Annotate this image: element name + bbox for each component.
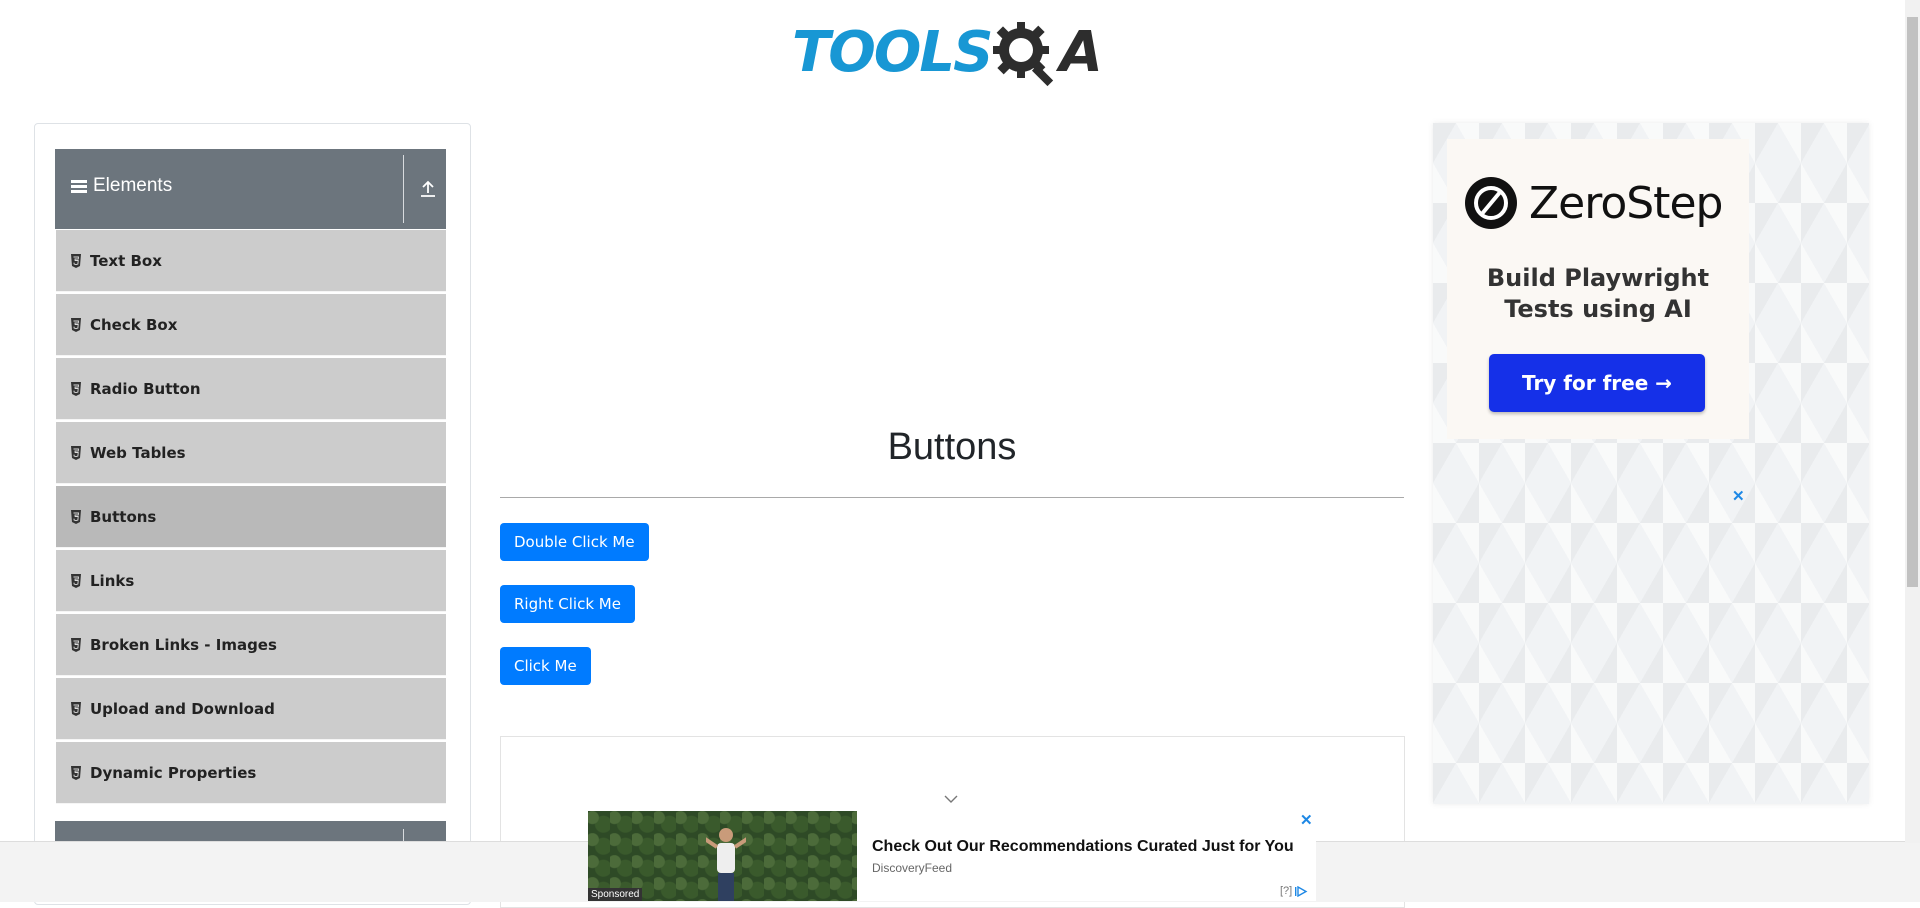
group-title-label: Elements: [93, 175, 173, 196]
sidebar-item-label: Check Box: [90, 316, 178, 334]
html5-icon: [71, 318, 81, 332]
chevron-down-icon[interactable]: [944, 794, 958, 804]
sidebar-item-check-box[interactable]: Check Box: [56, 294, 446, 356]
sidebar-item-label: Upload and Download: [90, 700, 275, 718]
elements-group-header[interactable]: Elements: [55, 149, 446, 229]
sidebar-item-label: Buttons: [90, 508, 157, 526]
ad-info-label: [?]: [1280, 885, 1293, 897]
sidebar-item-label: Dynamic Properties: [90, 764, 257, 782]
group-title: Elements: [71, 175, 172, 197]
sidebar-item-label: Text Box: [90, 252, 162, 270]
title-divider: [500, 497, 1404, 498]
zerostep-logo-icon: [1465, 177, 1517, 229]
sidebar-item-label: Links: [90, 572, 135, 590]
html5-icon: [71, 702, 81, 716]
collapse-upload-icon[interactable]: [419, 179, 437, 199]
sidebar-item-links[interactable]: Links: [56, 550, 446, 612]
sidebar-item-broken-links[interactable]: Broken Links - Images: [56, 614, 446, 676]
scrollbar-thumb[interactable]: [1907, 17, 1918, 587]
logo-tools-text: TOOLS: [792, 19, 993, 85]
ad-info-icon[interactable]: [?]: [1280, 885, 1309, 897]
sidebar-item-label: Broken Links - Images: [90, 636, 277, 654]
elements-menu: Text Box Check Box Radio Button Web Tabl…: [56, 230, 446, 806]
close-icon[interactable]: ✕: [1300, 811, 1313, 829]
ad-source: DiscoveryFeed: [872, 861, 953, 875]
html5-icon: [71, 574, 81, 588]
sidebar-item-label: Web Tables: [90, 444, 186, 462]
html5-icon: [71, 254, 81, 268]
ad-tagline-line2: Tests using AI: [1504, 295, 1692, 323]
right-click-button[interactable]: Right Click Me: [500, 585, 635, 623]
double-click-button[interactable]: Double Click Me: [500, 523, 649, 561]
ad-photo[interactable]: Sponsored: [588, 811, 857, 901]
sidebar-item-buttons[interactable]: Buttons: [56, 486, 446, 548]
sponsored-label: Sponsored: [588, 888, 643, 901]
sidebar-item-web-tables[interactable]: Web Tables: [56, 422, 446, 484]
ad-headline[interactable]: Check Out Our Recommendations Curated Ju…: [872, 838, 1294, 856]
sidebar-item-text-box[interactable]: Text Box: [56, 230, 446, 292]
sidebar-item-upload-download[interactable]: Upload and Download: [56, 678, 446, 740]
page-title: Buttons: [887, 426, 1017, 468]
gear-magnifier-icon: [993, 22, 1054, 87]
ad-brand-name: ZeroStep: [1529, 177, 1723, 229]
header-divider: [403, 155, 404, 223]
html5-icon: [71, 638, 81, 652]
ad-tagline-line1: Build Playwright: [1486, 264, 1710, 292]
ad-brand: ZeroStep: [1465, 177, 1723, 229]
sponsored-ad[interactable]: Sponsored Check Out Our Recommendations …: [588, 811, 1316, 901]
logo-qa-text: A: [1059, 19, 1102, 85]
person-image: [706, 828, 746, 901]
html5-icon: [71, 510, 81, 524]
html5-icon: [71, 766, 81, 780]
toolsqa-logo[interactable]: TOOLS A: [792, 14, 1103, 90]
zerostep-ad-card[interactable]: ZeroStep Build Playwright Tests using AI…: [1447, 139, 1749, 439]
sidebar-item-label: Radio Button: [90, 380, 201, 398]
html5-icon: [71, 446, 81, 460]
close-icon[interactable]: ✕: [1732, 487, 1745, 505]
ad-tagline: Build Playwright Tests using AI: [1447, 263, 1749, 325]
try-for-free-button[interactable]: Try for free →: [1489, 354, 1705, 412]
click-me-button[interactable]: Click Me: [500, 647, 591, 685]
hamburger-icon: [71, 180, 87, 193]
sidebar-item-dynamic-properties[interactable]: Dynamic Properties: [56, 742, 446, 804]
sidebar-item-radio-button[interactable]: Radio Button: [56, 358, 446, 420]
html5-icon: [71, 382, 81, 396]
adchoices-icon: [1295, 885, 1308, 897]
